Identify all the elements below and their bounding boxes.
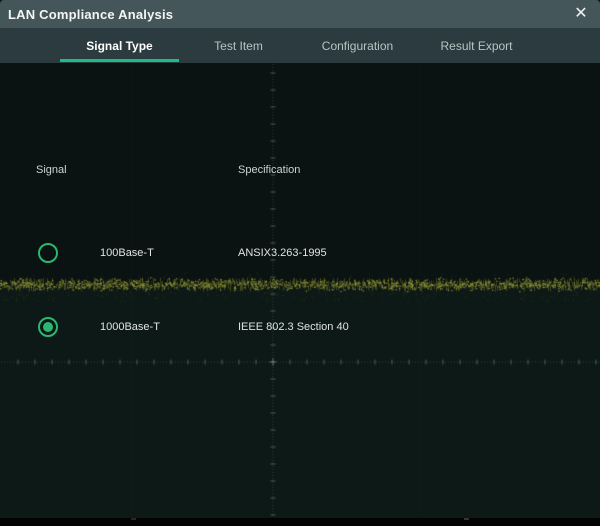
trace-marker-icon <box>464 518 469 520</box>
signal-row-100base-t[interactable]: 100Base-T ANSIX3.263-1995 <box>0 233 600 273</box>
radio-button-1000base-t[interactable] <box>38 317 58 337</box>
signal-name: 100Base-T <box>100 247 154 259</box>
tab-label: Signal Type <box>86 39 152 53</box>
radio-button-100base-t[interactable] <box>38 243 58 263</box>
oscilloscope-screen: LAN Compliance Analysis ✕ Signal Type Te… <box>0 0 600 526</box>
tab-configuration[interactable]: Configuration <box>298 28 417 63</box>
dialog-title: LAN Compliance Analysis <box>0 7 173 22</box>
tab-label: Result Export <box>440 39 512 53</box>
bottom-bezel <box>0 518 600 526</box>
tab-label: Test Item <box>214 39 263 53</box>
close-icon: ✕ <box>574 6 587 22</box>
tab-signal-type[interactable]: Signal Type <box>60 28 179 63</box>
column-header-specification: Specification <box>238 164 300 176</box>
signal-type-panel: Signal Specification 100Base-T ANSIX3.26… <box>0 63 600 518</box>
tab-label: Configuration <box>322 39 393 53</box>
column-header-signal: Signal <box>36 164 67 176</box>
signal-specification: ANSIX3.263-1995 <box>238 247 327 259</box>
trace-marker-icon <box>131 518 136 520</box>
dialog-tabbar: Signal Type Test Item Configuration Resu… <box>0 28 600 63</box>
tab-test-item[interactable]: Test Item <box>179 28 298 63</box>
dialog-titlebar: LAN Compliance Analysis ✕ <box>0 0 600 28</box>
signal-name: 1000Base-T <box>100 321 160 333</box>
signal-specification: IEEE 802.3 Section 40 <box>238 321 349 333</box>
tab-result-export[interactable]: Result Export <box>417 28 536 63</box>
close-button[interactable]: ✕ <box>566 0 596 28</box>
signal-row-1000base-t[interactable]: 1000Base-T IEEE 802.3 Section 40 <box>0 307 600 347</box>
